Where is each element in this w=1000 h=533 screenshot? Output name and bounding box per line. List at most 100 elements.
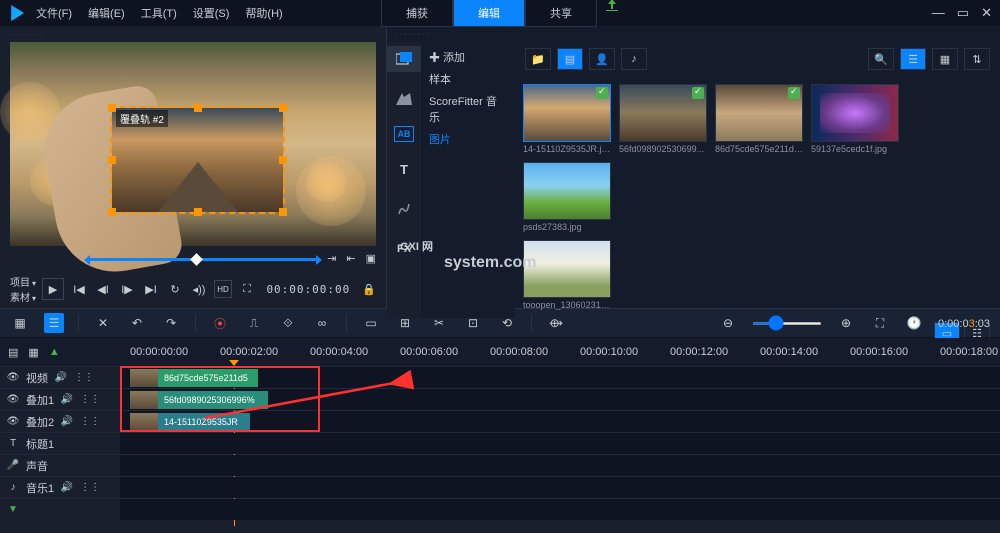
resize-handle[interactable]	[279, 156, 287, 164]
mute-icon[interactable]: 🔊	[60, 416, 74, 427]
hd-button[interactable]: HD	[214, 280, 232, 298]
clip[interactable]: 86d75cde575e211d5	[130, 369, 258, 387]
snap-icon[interactable]: ⊡	[463, 313, 483, 333]
next-frame-button[interactable]: I▶	[118, 280, 136, 298]
play-button[interactable]: ▶	[42, 278, 64, 300]
view-grid-icon[interactable]: ▦	[932, 48, 958, 70]
go-end-button[interactable]: ▶I	[142, 280, 160, 298]
menu-settings[interactable]: 设置(S)	[193, 5, 230, 21]
scrub-knob[interactable]	[190, 253, 203, 266]
resize-handle[interactable]	[194, 208, 202, 216]
redo-icon[interactable]: ↷	[161, 313, 181, 333]
ripple-icon[interactable]: ⟲	[497, 313, 517, 333]
lock-icon[interactable]: ⋮⋮	[80, 394, 94, 405]
text-tab-icon[interactable]: T	[387, 156, 421, 182]
tree-images[interactable]: 图片	[429, 128, 507, 150]
track-down-icon[interactable]: ▼	[6, 504, 20, 515]
title-icon[interactable]: T	[6, 438, 20, 449]
tree-scorefitter[interactable]: ScoreFitter 音乐	[429, 90, 507, 128]
thumbnail[interactable]: 14-15110Z9535JR.jpg	[523, 84, 611, 154]
preview-panel[interactable]: 覆叠轨 #2	[10, 42, 376, 246]
resize-handle[interactable]	[279, 208, 287, 216]
title-tab-icon[interactable]: AB	[394, 126, 414, 142]
marker-icon[interactable]: ▭	[361, 313, 381, 333]
loop-button[interactable]: ↻	[166, 280, 184, 298]
menu-file[interactable]: 文件(F)	[36, 5, 72, 21]
mark-out-icon[interactable]: ⇤	[346, 252, 355, 265]
menu-edit[interactable]: 编辑(E)	[88, 5, 125, 21]
clip[interactable]: 56fd0989025306996%	[130, 391, 268, 409]
zoom-slider[interactable]	[752, 322, 822, 325]
screenshot-icon[interactable]: ▣	[366, 252, 376, 265]
resize-handle[interactable]	[108, 156, 116, 164]
fit-icon[interactable]: ⛶	[870, 313, 890, 333]
tab-capture[interactable]: 捕获	[381, 0, 453, 27]
link-icon[interactable]: ∞	[312, 313, 332, 333]
search-icon[interactable]: 🔍	[868, 48, 894, 70]
fullscreen-button[interactable]: ⛶	[238, 280, 256, 298]
filter-audio-icon[interactable]: ♪	[621, 48, 647, 70]
voice-icon[interactable]: 🎤	[6, 460, 20, 471]
track-menu-icon[interactable]: ▤	[8, 346, 18, 359]
view-list-icon[interactable]: ☰	[900, 48, 926, 70]
clip[interactable]: 14-15110Z9535JR	[130, 413, 250, 431]
go-start-button[interactable]: I◀	[70, 280, 88, 298]
menu-tool[interactable]: 工具(T)	[141, 5, 177, 21]
filter-photo-icon[interactable]: 👤	[589, 48, 615, 70]
lock-icon[interactable]: 🔒	[362, 283, 376, 296]
minimize-button[interactable]: —	[932, 5, 945, 21]
timeline-mode-icon[interactable]: ☰	[44, 313, 64, 333]
material-label[interactable]: 素材	[10, 293, 30, 304]
maximize-button[interactable]: ▭	[957, 5, 969, 21]
undo-icon[interactable]: ↶	[127, 313, 147, 333]
mixer-icon[interactable]: ⎍	[244, 313, 264, 333]
split-icon[interactable]: ⊞	[395, 313, 415, 333]
filter-all-icon[interactable]: ▤	[557, 48, 583, 70]
thumbnail[interactable]: psds27383.jpg	[523, 162, 611, 232]
close-button[interactable]: ✕	[981, 5, 992, 21]
folder-icon[interactable]: 📁	[525, 48, 551, 70]
tools-icon[interactable]: ✕	[93, 313, 113, 333]
clock-icon[interactable]: 🕐	[904, 313, 924, 333]
trim-icon[interactable]: ✂	[429, 313, 449, 333]
motion-icon[interactable]: ⟴	[546, 313, 566, 333]
track-add-icon[interactable]: ▦	[28, 346, 38, 359]
panel-grip[interactable]: ∙∙∙∙∙∙∙∙	[0, 26, 386, 42]
music-icon[interactable]: ♪	[6, 482, 20, 493]
eye-icon[interactable]: 👁	[6, 372, 20, 383]
panel-grip[interactable]: ∙∙∙∙∙∙∙∙	[387, 26, 1000, 42]
transitions-tab-icon[interactable]	[387, 86, 421, 112]
tab-edit[interactable]: 编辑	[453, 0, 525, 27]
thumbnail[interactable]: 59137e5cedc1f.jpg	[811, 84, 899, 154]
tab-share[interactable]: 共享	[525, 0, 597, 27]
thumbnail[interactable]: 86d75cde575e211d5...	[715, 84, 803, 154]
fx-tab-icon[interactable]: FX	[387, 236, 421, 262]
resize-handle[interactable]	[108, 104, 116, 112]
sort-icon[interactable]: ⇅	[964, 48, 990, 70]
record-icon[interactable]: ⦿	[210, 313, 230, 333]
thumbnail[interactable]: tooopen_13060231.jpg	[523, 240, 992, 310]
storyboard-mode-icon[interactable]: ▦	[10, 313, 30, 333]
thumbnail[interactable]: 56fd098902530699...	[619, 84, 707, 154]
eye-icon[interactable]: 👁	[6, 416, 20, 427]
track-up-icon[interactable]: ▲	[49, 346, 60, 358]
zoom-in-icon[interactable]: ⊕	[836, 313, 856, 333]
resize-handle[interactable]	[279, 104, 287, 112]
resize-handle[interactable]	[108, 208, 116, 216]
tree-sample[interactable]: 样本	[429, 68, 507, 90]
mark-in-icon[interactable]: ⇥	[327, 252, 336, 265]
auto-music-icon[interactable]: ⟐	[278, 313, 298, 333]
media-tab-icon[interactable]	[387, 46, 421, 72]
upload-icon[interactable]	[605, 0, 619, 11]
lock-icon[interactable]: ⋮⋮	[74, 372, 88, 383]
zoom-out-icon[interactable]: ⊖	[718, 313, 738, 333]
mute-icon[interactable]: 🔊	[60, 394, 74, 405]
time-ruler[interactable]: 00:00:00:00 00:00:02:00 00:00:04:00 00:0…	[120, 338, 1000, 366]
lock-icon[interactable]: ⋮⋮	[80, 416, 94, 427]
mute-icon[interactable]: 🔊	[54, 372, 68, 383]
scrub-bar[interactable]	[90, 258, 316, 261]
resize-handle[interactable]	[194, 104, 202, 112]
menu-help[interactable]: 帮助(H)	[245, 5, 282, 21]
lock-icon[interactable]: ⋮⋮	[80, 482, 94, 493]
graphics-tab-icon[interactable]	[387, 196, 421, 222]
